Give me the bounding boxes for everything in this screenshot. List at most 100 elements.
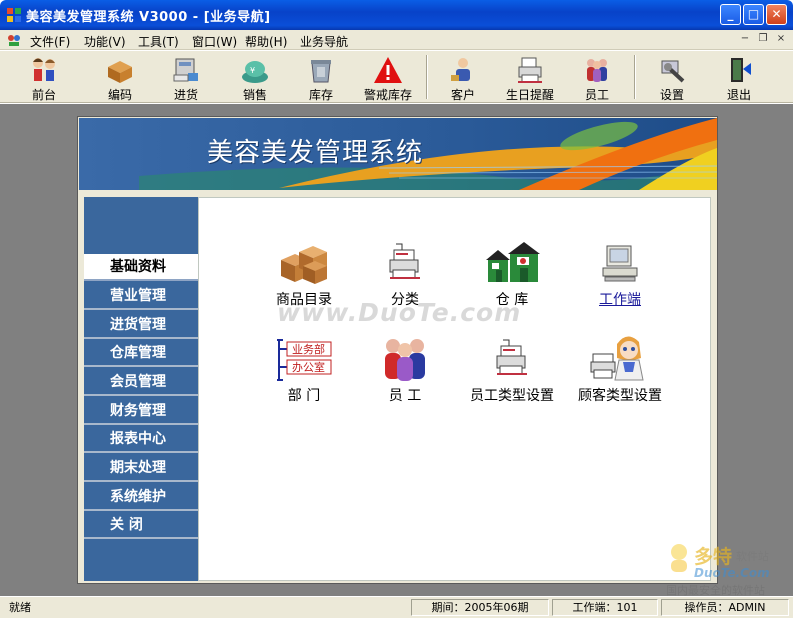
close-button[interactable]: ✕ [766,4,787,25]
department-chart-icon: 业务部 办公室 [277,339,332,381]
toolbar-customer-label: 客户 [450,88,475,102]
item-staff[interactable]: 员 工 [350,336,460,405]
menu-file[interactable]: 文件(F) [30,33,70,50]
mdi-minimize-button[interactable]: − [738,33,752,46]
staff-group-icon [385,339,425,381]
window-title: 美容美发管理系统 V3000 - [业务导航] [26,10,271,25]
item-customer-type-label: 顾客类型设置 [578,388,662,404]
mdi-workspace: 美容美发管理系统 基础资料 营业管理 进货管理 仓库管理 会员管理 财务管理 报… [0,104,793,596]
toolbar-coding-label: 编码 [107,88,132,102]
banner: 美容美发管理系统 [79,118,717,190]
item-department[interactable]: 业务部 办公室 部 门 [249,336,359,405]
toolbar-sales-button[interactable]: ¥ 销售 [225,53,285,102]
sidebar-item-finance[interactable]: 财务管理 [84,398,198,425]
toolbar-birthday-label: 生日提醒 [505,88,554,102]
toolbar-settings-button[interactable]: 设置 [642,53,702,102]
menu-business-nav[interactable]: 业务导航 [300,33,348,50]
mdi-close-button[interactable]: × [774,33,788,46]
minimize-button[interactable]: _ [720,4,741,25]
item-warehouse-label: 仓 库 [495,292,529,308]
sidebar-item-period-end[interactable]: 期末处理 [84,455,198,482]
status-text: 就绪 [9,601,31,614]
status-period: 期间：2005年06期 [411,599,549,616]
item-category-label: 分类 [391,292,419,308]
menu-help[interactable]: 帮助(H) [245,33,287,50]
menu-window[interactable]: 窗口(W) [192,33,237,50]
item-warehouse[interactable]: 仓 库 [457,240,567,309]
item-staff-type-label: 员工类型设置 [470,388,554,404]
sidebar-item-purchase[interactable]: 进货管理 [84,312,198,339]
sidebar-item-reports[interactable]: 报表中心 [84,426,198,453]
toolbar-warning-stock-button[interactable]: 警戒库存 [358,53,418,102]
toolbar-sales-label: 销售 [242,88,267,102]
status-workstation: 工作端：101 [552,599,658,616]
toolbar-staff-button[interactable]: 员工 [567,53,627,102]
status-bar: 就绪 期间：2005年06期 工作端：101 操作员：ADMIN [0,596,793,618]
mascot-logo-icon [671,544,687,572]
item-category[interactable]: 分类 [350,240,460,309]
product-boxes-icon [281,246,327,284]
purchase-truck-icon [173,58,198,82]
department-tag-office: 办公室 [292,360,325,374]
menu-function[interactable]: 功能(V) [84,33,126,50]
banner-title: 美容美发管理系统 [207,138,424,168]
workstation-computer-icon [602,245,638,282]
app-logo-icon [7,8,21,22]
sidebar-item-system[interactable]: 系统维护 [84,484,198,511]
item-workstation-label: 工作端 [599,292,641,308]
corner-watermark: 多特 软件站 DuoTe.Com 国内最安全的软件站 [664,540,788,597]
toolbar-separator [426,55,428,99]
staff-type-printer-icon [496,339,527,375]
toolbar-purchase-button[interactable]: 进货 [156,53,216,102]
toolbar-exit-button[interactable]: 退出 [709,53,769,102]
item-staff-label: 员 工 [388,388,422,404]
item-staff-type[interactable]: 员工类型设置 [457,336,567,405]
sidebar-item-basic-data[interactable]: 基础资料 [84,254,198,281]
sidebar-item-close[interactable]: 关 闭 [84,512,198,539]
toolbar-birthday-button[interactable]: 生日提醒 [500,53,560,102]
sidebar-item-warehouse[interactable]: 仓库管理 [84,340,198,367]
warehouse-icon [486,242,540,282]
maximize-button[interactable]: □ [743,4,764,25]
toolbar-customer-button[interactable]: 客户 [433,53,493,102]
toolbar-reception-label: 前台 [31,88,56,102]
toolbar-staff-label: 员工 [584,88,609,102]
toolbar-separator [634,55,636,99]
coding-boxes-icon [108,61,132,83]
content-panel: www.DuoTe.com 商品目录 分类 仓 库 工作端 业务部 办公室 部 … [198,197,711,581]
mdi-child-icon[interactable] [6,33,22,47]
toolbar-reception-button[interactable]: 前台 [14,53,74,102]
item-department-label: 部 门 [287,388,321,404]
menu-tools[interactable]: 工具(T) [138,33,179,50]
item-product-catalog[interactable]: 商品目录 [249,240,359,309]
toolbar-warning-stock-label: 警戒库存 [363,88,412,102]
inventory-bin-icon [311,60,331,83]
toolbar-coding-button[interactable]: 编码 [90,53,150,102]
corner-watermark-sub: 软件站 [736,550,769,563]
menu-bar: 文件(F) 功能(V) 工具(T) 窗口(W) 帮助(H) 业务导航 − ❐ × [0,30,793,50]
staff-group-icon [587,59,607,82]
sidebar-item-member[interactable]: 会员管理 [84,369,198,396]
corner-watermark-url: DuoTe.Com [694,566,770,580]
toolbar-exit-label: 退出 [726,88,751,102]
title-bar[interactable]: 美容美发管理系统 V3000 - [业务导航] _ □ ✕ [0,0,793,30]
sidebar: 基础资料 营业管理 进货管理 仓库管理 会员管理 财务管理 报表中心 期末处理 … [84,197,198,581]
reception-people-icon [33,58,55,81]
business-navigation-window: 美容美发管理系统 基础资料 营业管理 进货管理 仓库管理 会员管理 财务管理 报… [77,116,718,584]
customer-type-icon [590,336,644,381]
mdi-restore-button[interactable]: ❐ [756,33,770,46]
status-operator: 操作员：ADMIN [661,599,789,616]
item-workstation[interactable]: 工作端 [565,240,675,309]
exit-door-icon [731,58,751,82]
toolbar-inventory-label: 库存 [308,88,333,102]
customer-person-icon [451,58,470,81]
corner-watermark-brand: 多特 [694,546,733,568]
toolbar-purchase-label: 进货 [173,88,198,102]
sidebar-item-business[interactable]: 营业管理 [84,283,198,310]
toolbar: 前台 编码 进货 ¥ 销售 库存 警戒库存 客户 生日提醒 员工 设置 退出 [0,51,793,103]
item-customer-type[interactable]: 顾客类型设置 [565,332,675,405]
svg-text:¥: ¥ [250,66,255,75]
department-tag-business: 业务部 [292,342,325,356]
toolbar-inventory-button[interactable]: 库存 [291,53,351,102]
birthday-printer-icon [518,57,542,83]
